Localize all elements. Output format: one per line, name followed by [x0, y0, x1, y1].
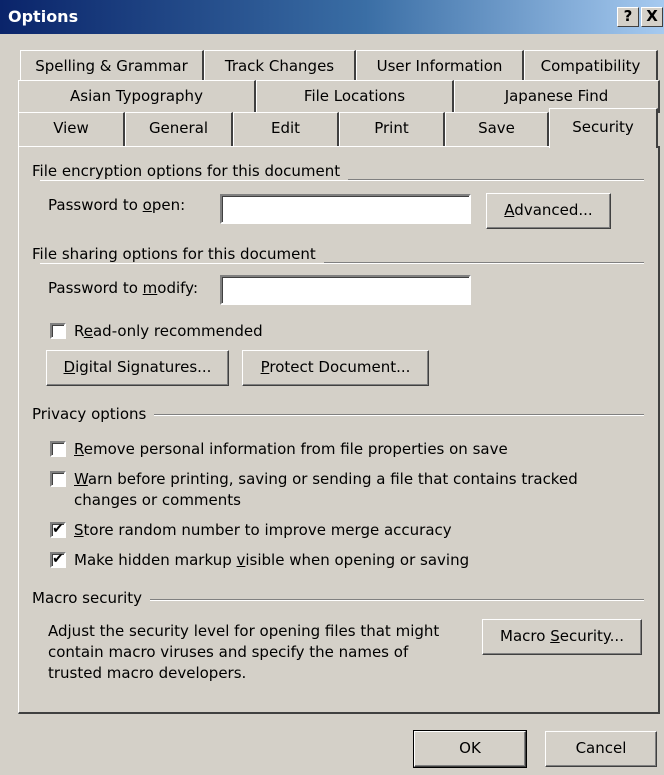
macro-description-line2: contain macro viruses and specify the na… [48, 643, 409, 661]
tab-view[interactable]: View [18, 112, 125, 146]
help-icon[interactable]: ? [617, 7, 639, 27]
checkmark-icon: ✔ [52, 551, 64, 567]
sharing-heading: File sharing options for this document [32, 245, 324, 263]
options-dialog: Options ? X Spelling & Grammar Track Cha… [0, 0, 664, 775]
remove-personal-info-label[interactable]: Remove personal information from file pr… [74, 440, 508, 458]
tab-print[interactable]: Print [339, 112, 445, 146]
tab-asian-typography[interactable]: Asian Typography [18, 80, 256, 113]
tab-save[interactable]: Save [445, 112, 549, 146]
store-random-number-checkbox[interactable]: ✔ [50, 522, 66, 538]
tab-general[interactable]: General [125, 112, 233, 146]
password-modify-label: Password to modify: [48, 279, 199, 297]
macro-description-line3: trusted macro developers. [48, 664, 247, 682]
macro-heading: Macro security [32, 589, 151, 607]
read-only-label[interactable]: Read-only recommended [74, 322, 263, 340]
password-open-label: Password to open: [48, 196, 186, 214]
store-random-number-label[interactable]: Store random number to improve merge acc… [74, 521, 452, 539]
tab-track-changes[interactable]: Track Changes [204, 50, 356, 83]
advanced-button[interactable]: Advanced... [486, 193, 611, 229]
tab-compatibility[interactable]: Compatibility [524, 50, 658, 83]
close-icon[interactable]: X [641, 7, 663, 27]
tab-file-locations[interactable]: File Locations [256, 80, 454, 113]
remove-personal-info-checkbox[interactable] [50, 441, 66, 457]
checkmark-icon: ✔ [52, 521, 64, 537]
warn-before-printing-checkbox[interactable] [50, 471, 66, 487]
tab-user-information[interactable]: User Information [356, 50, 524, 83]
password-open-input[interactable] [220, 194, 471, 224]
hidden-markup-visible-label[interactable]: Make hidden markup visible when opening … [74, 551, 469, 569]
hidden-markup-visible-checkbox[interactable]: ✔ [50, 552, 66, 568]
password-modify-input[interactable] [220, 275, 471, 305]
digital-signatures-button[interactable]: Digital Signatures... [46, 350, 229, 386]
tab-security[interactable]: Security [549, 108, 658, 148]
warn-before-printing-label[interactable]: Warn before printing, saving or sending … [74, 470, 578, 488]
title-bar[interactable]: Options ? X [0, 0, 664, 34]
protect-document-button[interactable]: Protect Document... [242, 350, 429, 386]
warn-before-printing-label-line2[interactable]: changes or comments [74, 491, 241, 509]
ok-button[interactable]: OK [414, 731, 526, 767]
encryption-heading: File encryption options for this documen… [32, 162, 349, 180]
tab-spelling-grammar[interactable]: Spelling & Grammar [20, 50, 204, 83]
tab-edit[interactable]: Edit [233, 112, 339, 146]
read-only-checkbox[interactable] [50, 323, 66, 339]
dialog-title: Options [8, 7, 79, 26]
privacy-heading: Privacy options [32, 405, 155, 423]
cancel-button[interactable]: Cancel [545, 731, 657, 767]
macro-security-button[interactable]: Macro Security... [482, 619, 642, 655]
macro-description-line1: Adjust the security level for opening fi… [48, 622, 440, 640]
